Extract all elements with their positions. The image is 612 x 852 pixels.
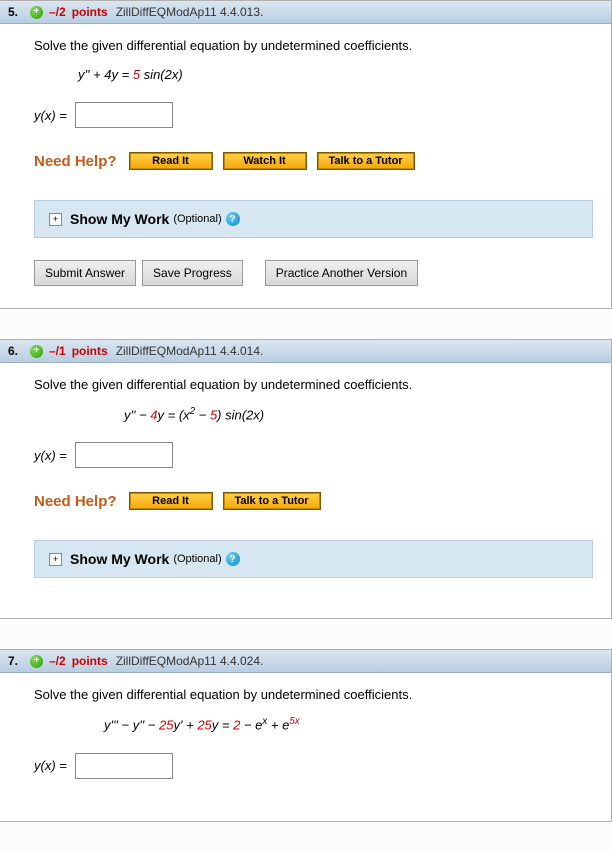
constant: 5 (210, 407, 217, 422)
prompt-text: Solve the given differential equation by… (34, 377, 593, 392)
question-7: 7. + –/2 points ZillDiffEQModAp11 4.4.02… (0, 649, 612, 821)
question-5: 5. + –/2 points ZillDiffEQModAp11 4.4.01… (0, 0, 612, 309)
points-value: –/1 (49, 344, 66, 358)
expand-icon[interactable]: + (30, 6, 43, 19)
submit-row: Submit Answer Save Progress Practice Ano… (34, 260, 593, 286)
coefficient: 5 (133, 67, 140, 82)
question-number: 6. (8, 344, 30, 358)
points-value: –/2 (49, 654, 66, 668)
source-ref: ZillDiffEQModAp11 4.4.013. (116, 5, 264, 19)
question-body: Solve the given differential equation by… (0, 24, 611, 308)
plus-icon: + (49, 553, 62, 566)
coefficient: 4 (150, 407, 157, 422)
equation: y''' − y'' − 25y' + 25y = 2 − ex + e5x (104, 716, 593, 732)
question-6: 6. + –/1 points ZillDiffEQModAp11 4.4.01… (0, 339, 612, 619)
read-it-button[interactable]: Read It (129, 492, 213, 510)
show-work-optional: (Optional) (173, 213, 221, 225)
equation: y'' − 4y = (x2 − 5) sin(2x) (124, 406, 593, 422)
question-body: Solve the given differential equation by… (0, 363, 611, 618)
answer-label: y(x) = (34, 758, 67, 773)
show-work-optional: (Optional) (173, 553, 221, 565)
coef-a: 25 (159, 718, 173, 733)
show-work-label: Show My Work (70, 211, 169, 227)
submit-answer-button[interactable]: Submit Answer (34, 260, 136, 286)
watch-it-button[interactable]: Watch It (223, 152, 307, 170)
question-number: 7. (8, 654, 30, 668)
help-icon[interactable]: ? (226, 552, 240, 566)
show-work-label: Show My Work (70, 551, 169, 567)
source-ref: ZillDiffEQModAp11 4.4.014. (116, 344, 264, 358)
answer-row: y(x) = (34, 102, 593, 128)
answer-label: y(x) = (34, 108, 67, 123)
need-help-row: Need Help? Read It Talk to a Tutor (34, 492, 593, 510)
show-my-work-bar[interactable]: + Show My Work (Optional) ? (34, 540, 593, 578)
answer-input[interactable] (75, 753, 173, 779)
help-icon[interactable]: ? (226, 212, 240, 226)
talk-to-tutor-button[interactable]: Talk to a Tutor (223, 492, 321, 510)
points-value: –/2 (49, 5, 66, 19)
answer-row: y(x) = (34, 753, 593, 779)
question-header: 5. + –/2 points ZillDiffEQModAp11 4.4.01… (0, 1, 611, 24)
practice-another-button[interactable]: Practice Another Version (265, 260, 418, 286)
coef-b: 25 (197, 718, 211, 733)
exp: 5x (289, 716, 299, 727)
points-label: points (72, 5, 108, 19)
expand-icon[interactable]: + (30, 655, 43, 668)
answer-input[interactable] (75, 102, 173, 128)
expand-icon[interactable]: + (30, 345, 43, 358)
need-help-row: Need Help? Read It Watch It Talk to a Tu… (34, 152, 593, 170)
question-number: 5. (8, 5, 30, 19)
need-help-label: Need Help? (34, 153, 117, 170)
answer-input[interactable] (75, 442, 173, 468)
question-header: 7. + –/2 points ZillDiffEQModAp11 4.4.02… (0, 650, 611, 673)
need-help-label: Need Help? (34, 493, 117, 510)
points-label: points (72, 654, 108, 668)
answer-label: y(x) = (34, 448, 67, 463)
prompt-text: Solve the given differential equation by… (34, 687, 593, 702)
equation: y'' + 4y = 5 sin(2x) (78, 67, 593, 82)
const-c: 2 (233, 718, 240, 733)
show-my-work-bar[interactable]: + Show My Work (Optional) ? (34, 200, 593, 238)
prompt-text: Solve the given differential equation by… (34, 38, 593, 53)
talk-to-tutor-button[interactable]: Talk to a Tutor (317, 152, 415, 170)
read-it-button[interactable]: Read It (129, 152, 213, 170)
answer-row: y(x) = (34, 442, 593, 468)
source-ref: ZillDiffEQModAp11 4.4.024. (116, 654, 264, 668)
question-body: Solve the given differential equation by… (0, 673, 611, 820)
points-label: points (72, 344, 108, 358)
save-progress-button[interactable]: Save Progress (142, 260, 243, 286)
question-header: 6. + –/1 points ZillDiffEQModAp11 4.4.01… (0, 340, 611, 363)
plus-icon: + (49, 213, 62, 226)
